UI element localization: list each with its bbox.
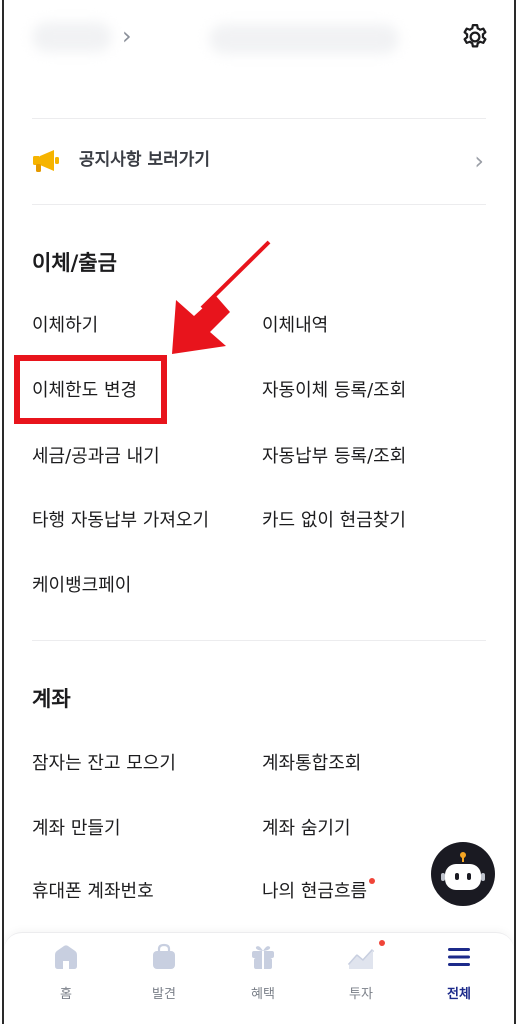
robot-icon [441,852,485,890]
notice-banner[interactable]: 공지사항 보러가기 › [4,120,514,204]
menu-item-account-integration[interactable]: 계좌통합조회 [262,752,361,776]
blurred-account-info [209,24,399,54]
chevron-right-icon: › [474,147,484,175]
shopping-bag-icon [153,943,175,969]
menu-item-tax-payment[interactable]: 세금/공과금 내기 [32,445,160,469]
nav-label: 혜택 [251,987,275,1002]
megaphone-icon [33,150,59,172]
header: › [4,0,514,80]
blurred-user-name[interactable] [32,22,112,52]
section-title-account: 계좌 [32,687,71,711]
divider [32,640,486,641]
menu-item-phone-account-number[interactable]: 휴대폰 계좌번호 [32,880,154,904]
nav-label: 발견 [152,987,176,1002]
highlight-box [14,355,167,424]
gear-icon[interactable] [460,22,490,52]
menu-item-cash-flow[interactable]: 나의 현금흐름 [262,878,376,904]
chevron-right-icon[interactable]: › [122,24,132,48]
menu-item-auto-payment[interactable]: 자동납부 등록/조회 [262,445,406,469]
notification-dot [369,878,376,884]
nav-invest[interactable]: 투자 [326,940,396,1002]
notification-dot [379,940,385,946]
nav-benefits[interactable]: 혜택 [228,941,298,1002]
menu-item-import-auto-payment[interactable]: 타행 자동납부 가져오기 [32,509,209,533]
chart-icon [347,948,375,969]
nav-label: 투자 [349,987,373,1002]
menu-item-dormant-balance[interactable]: 잠자는 잔고 모으기 [32,752,176,776]
menu-item-hide-account[interactable]: 계좌 숨기기 [262,817,351,841]
notice-label: 공지사항 보러가기 [79,150,211,170]
menu-item-kbank-pay[interactable]: 케이뱅크페이 [32,574,131,598]
divider [32,118,486,119]
nav-all[interactable]: 전체 [424,941,494,1002]
section-title-transfer: 이체/출금 [32,251,117,275]
chatbot-button[interactable] [431,842,495,906]
menu-item-open-account[interactable]: 계좌 만들기 [32,817,121,841]
menu-item-transfer[interactable]: 이체하기 [32,314,98,338]
menu-item-cash-flow-label: 나의 현금흐름 [262,881,368,902]
app-screen: › 공지사항 보러가기 › 이체/출금 이체하기 이체내역 이체한도 변경 자동… [2,0,516,1024]
menu-item-cardless-withdrawal[interactable]: 카드 없이 현금찾기 [262,509,406,533]
gift-icon [252,946,274,969]
bottom-nav: 홈 발견 혜택 투자 전체 [4,932,514,1024]
nav-label: 전체 [447,987,471,1002]
red-arrow-icon [172,240,271,354]
nav-home[interactable]: 홈 [31,941,101,1002]
divider [32,204,486,205]
menu-item-auto-transfer[interactable]: 자동이체 등록/조회 [262,379,406,403]
menu-icon [448,948,470,966]
nav-label: 홈 [60,987,72,1002]
nav-discover[interactable]: 발견 [129,941,199,1002]
home-icon [55,945,77,969]
